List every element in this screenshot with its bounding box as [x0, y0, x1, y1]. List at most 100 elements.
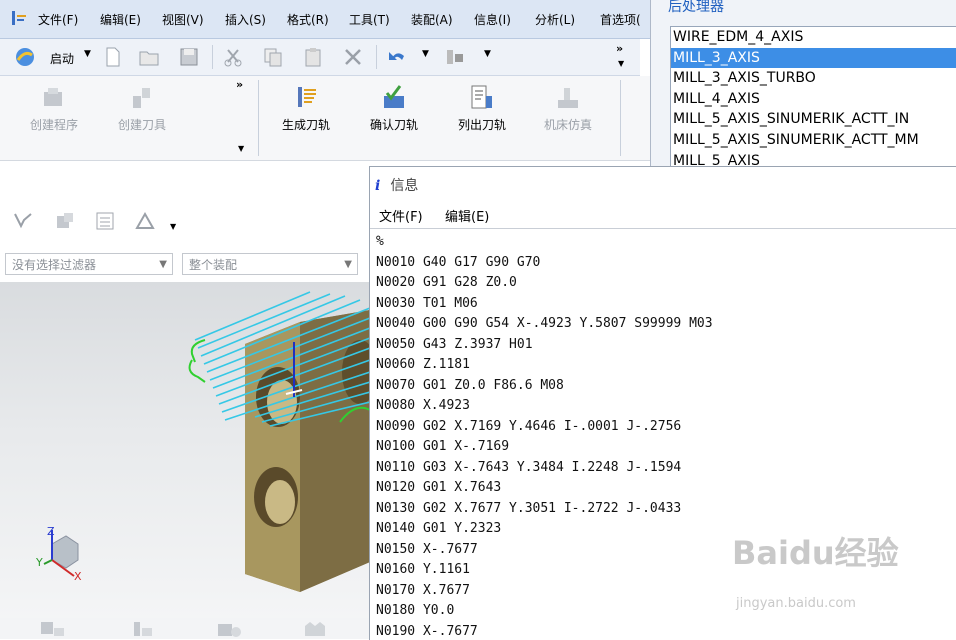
- graphics-viewport[interactable]: Z Y X: [0, 282, 370, 620]
- code-line: N0180 Y0.0: [376, 603, 455, 618]
- selection-dropdown-icon[interactable]: ▼: [170, 222, 176, 231]
- code-line: N0040 G00 G90 G54 X-.4923 Y.5807 S99999 …: [376, 316, 713, 331]
- info-title-text: 信息: [390, 178, 419, 194]
- info-menu-bar: 文件(F) 编辑(E): [370, 204, 956, 226]
- code-line: N0090 G02 X.7169 Y.4646 I-.0001 J-.2756: [376, 419, 682, 434]
- verify-toolpath-button[interactable]: 确认刀轨: [354, 84, 434, 133]
- open-folder-icon[interactable]: [138, 46, 160, 68]
- nx-app-icon[interactable]: [10, 9, 28, 27]
- menu-view[interactable]: 视图(V): [162, 11, 204, 28]
- postprocessor-item[interactable]: MILL_4_AXIS: [671, 89, 956, 110]
- finder-dropdown-icon[interactable]: ▼: [484, 49, 491, 59]
- select-feature-icon[interactable]: [54, 210, 76, 232]
- copy-icon[interactable]: [262, 46, 284, 68]
- machine-simulation-icon: [558, 88, 578, 108]
- axis-z-label: Z: [47, 525, 55, 538]
- menu-bar: 文件(F) 编辑(E) 视图(V) 插入(S) 格式(R) 工具(T) 装配(A…: [0, 0, 660, 39]
- generate-toolpath-label: 生成刀轨: [281, 118, 330, 132]
- program-order-view-icon[interactable]: [38, 620, 68, 638]
- menu-edit[interactable]: 编辑(E): [100, 11, 141, 28]
- menu-format[interactable]: 格式(R): [287, 11, 329, 28]
- undo-dropdown-icon[interactable]: ▼: [422, 49, 429, 59]
- code-line: N0050 G43 Z.3937 H01: [376, 337, 533, 352]
- list-toolpath-label: 列出刀轨: [457, 118, 506, 132]
- start-button[interactable]: 启动: [50, 50, 74, 67]
- create-tool-label: 创建刀具: [117, 118, 166, 132]
- bottom-toolbar: [0, 618, 370, 639]
- code-line: N0010 G40 G17 G90 G70: [376, 255, 541, 270]
- postprocessor-title: 后处理器: [668, 0, 724, 15]
- axis-x-label: X: [74, 570, 82, 583]
- selection-toolbar: ▼: [0, 200, 370, 240]
- start-dropdown-icon[interactable]: ▼: [84, 49, 91, 59]
- geometry-view-icon[interactable]: [214, 620, 244, 638]
- create-tool-button[interactable]: 创建刀具: [102, 84, 182, 133]
- code-line: N0170 X.7677: [376, 583, 470, 598]
- new-file-icon[interactable]: [102, 46, 124, 68]
- menu-file[interactable]: 文件(F): [38, 11, 78, 28]
- generate-toolpath-icon: [298, 87, 316, 107]
- postprocessor-item[interactable]: MILL_3_AXIS_TURBO: [671, 68, 956, 89]
- cut-icon[interactable]: [222, 46, 244, 68]
- code-line: N0030 T01 M06: [376, 296, 478, 311]
- chevron-down-icon: ▼: [159, 259, 167, 270]
- menu-tools[interactable]: 工具(T): [349, 11, 390, 28]
- command-finder-icon[interactable]: [444, 46, 466, 68]
- ribbon-overflow-icon[interactable]: »: [236, 78, 243, 91]
- postprocessor-item[interactable]: WIRE_EDM_4_AXIS: [671, 27, 956, 48]
- code-line: N0070 G01 Z0.0 F86.6 M08: [376, 378, 564, 393]
- code-line: N0100 G01 X-.7169: [376, 439, 510, 454]
- toolbar-overflow-icon[interactable]: »: [616, 42, 623, 55]
- menu-information[interactable]: 信息(I): [474, 11, 511, 28]
- code-line: N0190 X-.7677: [376, 624, 478, 639]
- start-icon[interactable]: [14, 46, 36, 68]
- assembly-scope-value: 整个装配: [189, 258, 238, 272]
- create-program-button[interactable]: 创建程序: [14, 84, 94, 133]
- select-filter-icon[interactable]: [12, 210, 34, 232]
- code-line: N0120 G01 X.7643: [376, 480, 502, 495]
- undo-icon[interactable]: [386, 46, 408, 68]
- info-icon: i: [375, 178, 381, 194]
- code-line: N0110 G03 X-.7643 Y.3484 I.2248 J-.1594: [376, 460, 682, 475]
- code-line: N0130 G02 X.7677 Y.3051 I-.2722 J-.0433: [376, 501, 682, 516]
- code-line: N0080 X.4923: [376, 398, 470, 413]
- postprocessor-item-selected[interactable]: MILL_3_AXIS: [671, 47, 956, 69]
- machine-tool-view-icon[interactable]: [126, 620, 156, 638]
- list-toolpath-icon: [471, 85, 492, 109]
- machine-simulation-button[interactable]: 机床仿真: [528, 84, 608, 133]
- selection-filter-combo[interactable]: 没有选择过滤器 ▼: [5, 253, 173, 275]
- info-window-title: i 信息: [375, 175, 418, 195]
- menu-analysis[interactable]: 分析(L): [535, 11, 575, 28]
- info-menu-file[interactable]: 文件(F): [379, 206, 423, 225]
- select-list-icon[interactable]: [94, 210, 116, 232]
- code-line: N0020 G91 G28 Z0.0: [376, 275, 517, 290]
- create-program-icon: [44, 88, 62, 106]
- code-line: N0160 Y.1161: [376, 562, 470, 577]
- selection-filter-value: 没有选择过滤器: [12, 258, 97, 272]
- delete-icon[interactable]: [342, 46, 364, 68]
- toolbar-options-icon[interactable]: ▼: [618, 59, 624, 68]
- postprocessor-item[interactable]: MILL_5_AXIS_SINUMERIK_ACTT_IN: [671, 109, 956, 130]
- select-view-icon[interactable]: [134, 210, 156, 232]
- machining-method-view-icon[interactable]: [302, 620, 332, 638]
- menu-preferences[interactable]: 首选项(: [600, 11, 641, 28]
- postprocessor-list[interactable]: WIRE_EDM_4_AXIS MILL_3_AXIS MILL_3_AXIS_…: [670, 26, 956, 168]
- ribbon-options-icon[interactable]: ▼: [238, 144, 244, 153]
- generate-toolpath-button[interactable]: 生成刀轨: [266, 84, 346, 133]
- verify-toolpath-icon: [384, 85, 404, 108]
- baidu-watermark-logo: Baidu经验: [732, 534, 899, 572]
- operation-ribbon: 创建程序 创建刀具 » ▼ 生成刀轨 确认刀轨 列出刀轨 机床仿真: [0, 76, 650, 161]
- paste-icon[interactable]: [302, 46, 324, 68]
- menu-assembly[interactable]: 装配(A): [411, 11, 453, 28]
- list-toolpath-button[interactable]: 列出刀轨: [442, 84, 522, 133]
- code-line: N0150 X-.7677: [376, 542, 478, 557]
- machine-simulation-label: 机床仿真: [543, 118, 592, 132]
- info-menu-edit[interactable]: 编辑(E): [445, 206, 489, 225]
- menu-insert[interactable]: 插入(S): [225, 11, 266, 28]
- assembly-scope-combo[interactable]: 整个装配 ▼: [182, 253, 358, 275]
- create-program-label: 创建程序: [29, 118, 78, 132]
- postprocessor-item[interactable]: MILL_5_AXIS_SINUMERIK_ACTT_MM: [671, 130, 956, 151]
- nc-code-listing[interactable]: % N0010 G40 G17 G90 G70 N0020 G91 G28 Z0…: [370, 228, 956, 640]
- save-icon[interactable]: [178, 46, 200, 68]
- chevron-down-icon: ▼: [344, 259, 352, 270]
